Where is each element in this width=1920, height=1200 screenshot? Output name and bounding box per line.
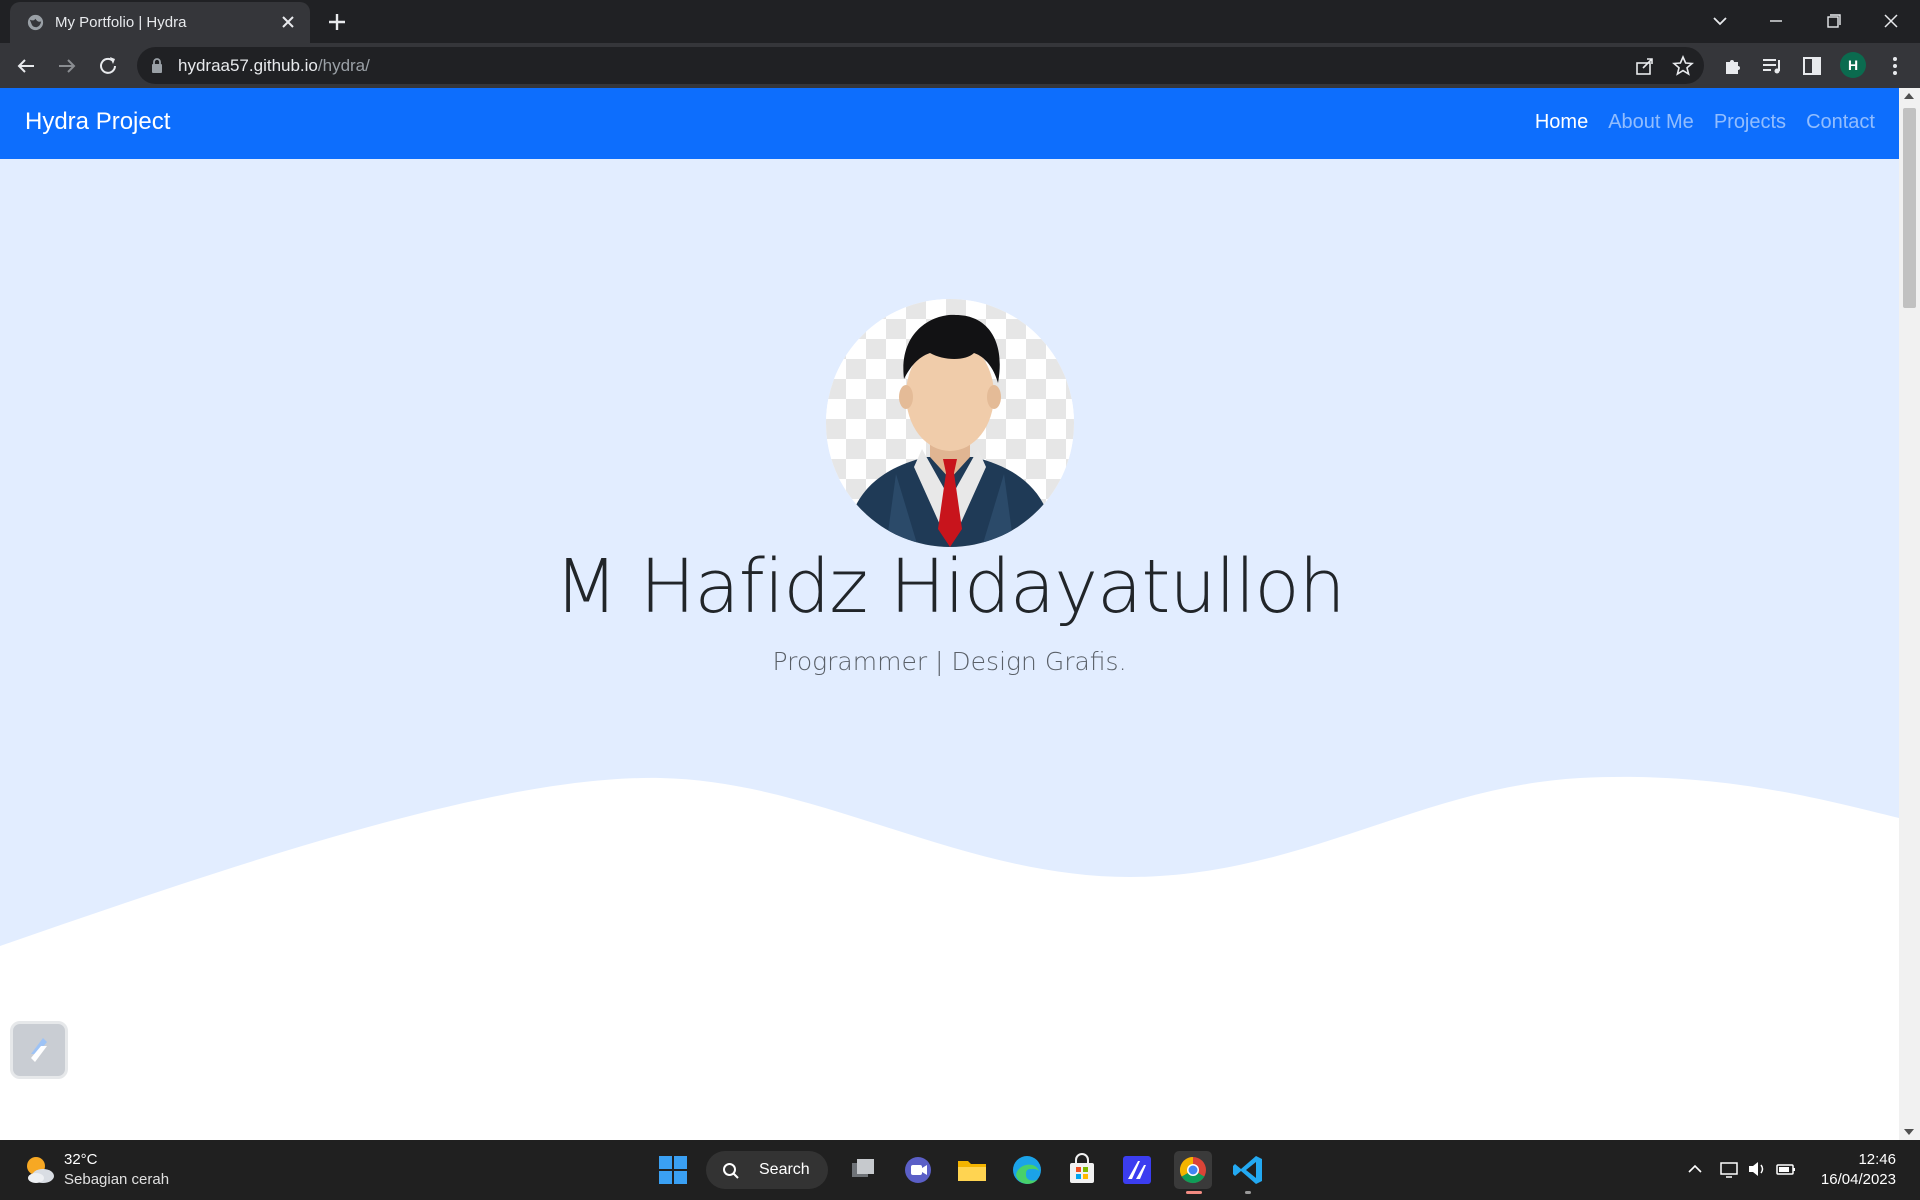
forward-icon[interactable] <box>53 52 81 80</box>
battery-icon[interactable] <box>1775 1158 1797 1180</box>
chevron-up-icon[interactable] <box>1684 1158 1706 1180</box>
close-tab-icon[interactable] <box>278 12 298 32</box>
file-explorer-icon[interactable] <box>953 1151 991 1189</box>
back-icon[interactable] <box>12 52 40 80</box>
store-icon[interactable] <box>1063 1151 1101 1189</box>
new-tab-icon[interactable] <box>325 10 349 34</box>
tab-search-icon[interactable] <box>1705 7 1735 35</box>
windows-taskbar: 32°C Sebagian cerah Search 12:46 16/04/2… <box>0 1140 1920 1200</box>
weather-temperature: 32°C <box>64 1151 98 1168</box>
profile-picture <box>826 299 1074 547</box>
nav-links: Home About Me Projects Contact <box>1535 111 1875 134</box>
scroll-down-arrow-icon[interactable] <box>1904 1129 1914 1135</box>
scroll-up-arrow-icon[interactable] <box>1904 93 1914 99</box>
page-viewport: M Hafidz Hidayatulloh Programmer | Desig… <box>0 88 1899 1140</box>
taskbar-search[interactable]: Search <box>706 1151 828 1189</box>
browser-menu-icon[interactable] <box>1881 52 1909 80</box>
vscode-running-indicator <box>1245 1191 1251 1194</box>
weather-partly-sunny-icon[interactable] <box>22 1152 56 1186</box>
share-icon[interactable] <box>1634 55 1656 77</box>
vscode-icon[interactable] <box>1229 1151 1267 1189</box>
page-scrollbar[interactable] <box>1899 88 1920 1140</box>
hero-section: M Hafidz Hidayatulloh Programmer | Desig… <box>0 159 1899 1140</box>
browser-tab-strip: My Portfolio | Hydra <box>0 0 1920 43</box>
search-icon <box>723 1163 739 1179</box>
navbar-brand[interactable]: Hydra Project <box>25 108 170 136</box>
reload-icon[interactable] <box>94 52 122 80</box>
url-text: hydraa57.github.io/hydra/ <box>178 56 370 76</box>
weather-description: Sebagian cerah <box>64 1171 170 1188</box>
task-view-icon[interactable] <box>844 1151 882 1189</box>
hero-role: Programmer | Design Grafis. <box>772 647 1127 676</box>
browser-tab[interactable]: My Portfolio | Hydra <box>10 2 310 43</box>
restore-icon[interactable] <box>1818 7 1848 35</box>
search-label: Search <box>759 1161 810 1178</box>
hero-name: M Hafidz Hidayatulloh <box>554 544 1345 630</box>
site-navbar: Hydra Project Home About Me Projects Con… <box>0 88 1899 159</box>
tab-title: My Portfolio | Hydra <box>55 14 187 31</box>
nav-link-projects[interactable]: Projects <box>1714 111 1786 134</box>
system-clock[interactable]: 12:46 16/04/2023 <box>1821 1150 1896 1190</box>
app-icon[interactable] <box>1118 1151 1156 1189</box>
url-path: /hydra/ <box>317 56 370 75</box>
minimize-icon[interactable] <box>1761 7 1791 35</box>
url-host: hydraa57.github.io <box>178 56 318 75</box>
extension-floating-button[interactable] <box>10 1021 68 1079</box>
chat-icon[interactable] <box>899 1151 937 1189</box>
network-icon[interactable] <box>1718 1158 1740 1180</box>
scroll-thumb[interactable] <box>1903 108 1916 308</box>
address-bar[interactable]: hydraa57.github.io/hydra/ <box>137 47 1704 84</box>
close-window-icon[interactable] <box>1876 7 1906 35</box>
clock-date: 16/04/2023 <box>1820 1171 1896 1188</box>
lock-icon[interactable] <box>149 57 165 74</box>
globe-icon <box>27 14 44 31</box>
volume-icon[interactable] <box>1746 1158 1768 1180</box>
avatar-illustration <box>826 299 1074 547</box>
bookmark-star-icon[interactable] <box>1672 55 1694 77</box>
lightning-icon <box>31 1038 47 1062</box>
chrome-active-indicator <box>1186 1191 1202 1194</box>
clock-time: 12:46 <box>1858 1151 1896 1168</box>
edge-icon[interactable] <box>1008 1151 1046 1189</box>
browser-toolbar: hydraa57.github.io/hydra/ H <box>0 43 1920 88</box>
extensions-icon[interactable] <box>1718 52 1746 80</box>
nav-link-contact[interactable]: Contact <box>1806 111 1875 134</box>
chrome-icon[interactable] <box>1174 1151 1212 1189</box>
profile-avatar[interactable]: H <box>1840 52 1866 78</box>
side-panel-icon[interactable] <box>1798 52 1826 80</box>
start-icon[interactable] <box>658 1155 688 1185</box>
nav-link-about[interactable]: About Me <box>1608 111 1694 134</box>
nav-link-home[interactable]: Home <box>1535 111 1588 134</box>
media-queue-icon[interactable] <box>1758 52 1786 80</box>
